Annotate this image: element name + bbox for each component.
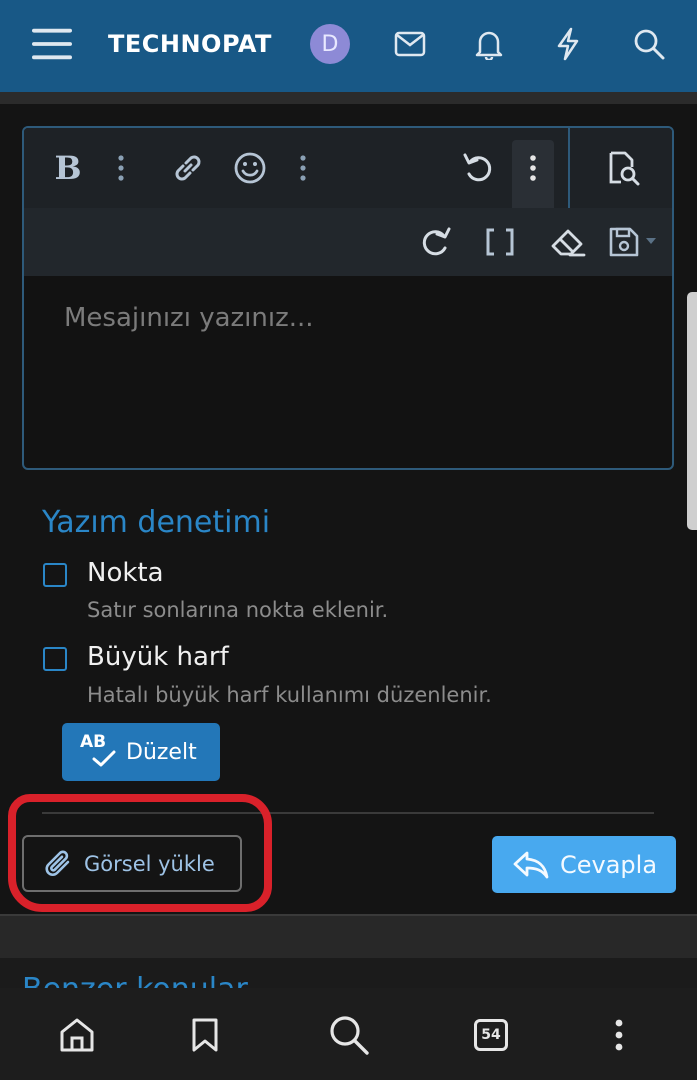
annotation-highlight <box>8 794 272 912</box>
more-vertical-icon[interactable] <box>518 146 548 190</box>
search-icon[interactable] <box>629 24 669 64</box>
toolbar-separator <box>568 128 570 208</box>
bell-icon[interactable] <box>469 24 509 64</box>
editor-toolbar-secondary <box>24 208 672 276</box>
more-vertical-icon[interactable] <box>106 146 136 190</box>
checkbox-description-nokta: Satır sonlarına nokta eklenir. <box>87 598 389 622</box>
checkbox-label-nokta[interactable]: Nokta <box>87 558 164 588</box>
similar-threads-block: Benzer konular <box>0 958 697 990</box>
more-icon[interactable] <box>594 1010 644 1060</box>
site-logo[interactable]: TECHNOPAT <box>108 30 272 58</box>
rich-text-editor: B Mesajınızı yazınız... <box>22 126 674 470</box>
message-input-placeholder[interactable]: Mesajınızı yazınız... <box>64 303 314 333</box>
bottom-navigation: 54 <box>0 988 697 1080</box>
emoji-icon[interactable] <box>228 146 272 190</box>
page-scrollbar[interactable] <box>687 292 697 530</box>
bold-button[interactable]: B <box>46 146 90 190</box>
spellcheck-title: Yazım denetimi <box>42 505 271 540</box>
fix-button[interactable]: AB Düzelt <box>62 723 220 781</box>
undo-icon[interactable] <box>456 146 500 190</box>
reply-button-label: Cevapla <box>560 850 658 879</box>
checkbox-label-buyuk-harf[interactable]: Büyük harf <box>87 642 229 672</box>
more-vertical-icon[interactable] <box>288 146 318 190</box>
page-gap <box>0 916 697 958</box>
fix-button-label: Düzelt <box>126 739 197 765</box>
checkbox-description-buyuk-harf: Hatalı büyük harf kullanımı düzenlenir. <box>87 683 492 707</box>
menu-icon[interactable] <box>32 24 72 64</box>
reply-icon <box>512 849 550 881</box>
bookmark-icon[interactable] <box>180 1010 230 1060</box>
lightning-icon[interactable] <box>548 24 588 64</box>
spellcheck-icon: AB <box>80 732 120 772</box>
eraser-icon[interactable] <box>544 220 592 264</box>
top-app-bar: TECHNOPAT D <box>0 0 697 92</box>
tabs-count: 54 <box>474 1019 508 1051</box>
search-icon[interactable] <box>324 1010 374 1060</box>
brackets-icon[interactable] <box>478 220 522 264</box>
mail-icon[interactable] <box>390 24 430 64</box>
save-draft-icon[interactable] <box>606 220 662 264</box>
editor-toolbar-primary: B <box>24 128 672 208</box>
reply-button[interactable]: Cevapla <box>492 836 676 893</box>
tabs-icon[interactable]: 54 <box>466 1010 516 1060</box>
checkbox-nokta[interactable] <box>43 563 67 587</box>
redo-icon[interactable] <box>414 220 458 264</box>
link-icon[interactable] <box>166 146 210 190</box>
home-icon[interactable] <box>52 1010 102 1060</box>
checkbox-buyuk-harf[interactable] <box>43 647 67 671</box>
preview-icon[interactable] <box>598 146 648 190</box>
avatar[interactable]: D <box>310 24 350 64</box>
header-shadow <box>0 92 697 104</box>
